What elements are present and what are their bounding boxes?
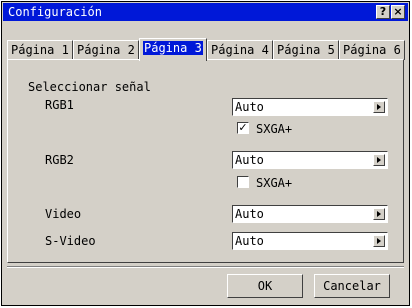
rgb1-sxga-label: SXGA+ (256, 122, 293, 136)
video-label: Video (45, 207, 82, 221)
tab-pagina-1[interactable]: Página 1 (7, 40, 73, 60)
dropdown-arrow-icon[interactable] (373, 101, 385, 113)
tab-pagina-4[interactable]: Página 4 (207, 40, 273, 60)
tab-pagina-3[interactable]: Página 3 (139, 38, 207, 61)
tab-label: Página 5 (277, 43, 335, 57)
title-bar[interactable]: Configuración ? × (3, 3, 408, 21)
button-divider (7, 266, 404, 268)
help-button[interactable]: ? (376, 5, 390, 19)
svideo-label: S-Video (45, 234, 96, 248)
rgb1-label: RGB1 (45, 98, 74, 112)
rgb2-select[interactable]: Auto (232, 151, 388, 169)
svideo-value: Auto (235, 234, 264, 248)
cancel-button[interactable]: Cancelar (314, 274, 390, 298)
video-value: Auto (235, 207, 264, 221)
tab-label: Página 6 (343, 43, 401, 57)
rgb2-sxga-label: SXGA+ (256, 176, 293, 190)
tab-label: Página 3 (143, 41, 203, 55)
dropdown-arrow-icon[interactable] (373, 208, 385, 220)
window-title: Configuración (8, 5, 102, 19)
video-select[interactable]: Auto (232, 205, 388, 223)
ok-button[interactable]: OK (227, 274, 303, 298)
dropdown-arrow-icon[interactable] (373, 154, 385, 166)
tab-pagina-6[interactable]: Página 6 (339, 40, 405, 60)
rgb2-label: RGB2 (45, 153, 74, 167)
dropdown-arrow-icon[interactable] (373, 235, 385, 247)
section-title: Seleccionar señal (28, 80, 151, 94)
tab-label: Página 2 (77, 43, 135, 57)
tab-pagina-5[interactable]: Página 5 (273, 40, 339, 60)
tab-label: Página 4 (211, 43, 269, 57)
tab-pagina-2[interactable]: Página 2 (73, 40, 139, 60)
settings-dialog: Configuración ? × Página 1 Página 2 Pági… (1, 1, 410, 306)
rgb2-value: Auto (235, 153, 264, 167)
tab-label: Página 1 (11, 43, 69, 57)
tab-panel: Seleccionar señal RGB1 Auto ✓ SXGA+ RGB2… (7, 59, 404, 263)
close-button[interactable]: × (391, 5, 405, 19)
rgb1-value: Auto (235, 100, 264, 114)
svideo-select[interactable]: Auto (232, 232, 388, 250)
rgb1-sxga-checkbox[interactable]: ✓ (237, 122, 249, 134)
rgb1-select[interactable]: Auto (232, 98, 388, 116)
rgb2-sxga-checkbox[interactable] (237, 176, 249, 188)
